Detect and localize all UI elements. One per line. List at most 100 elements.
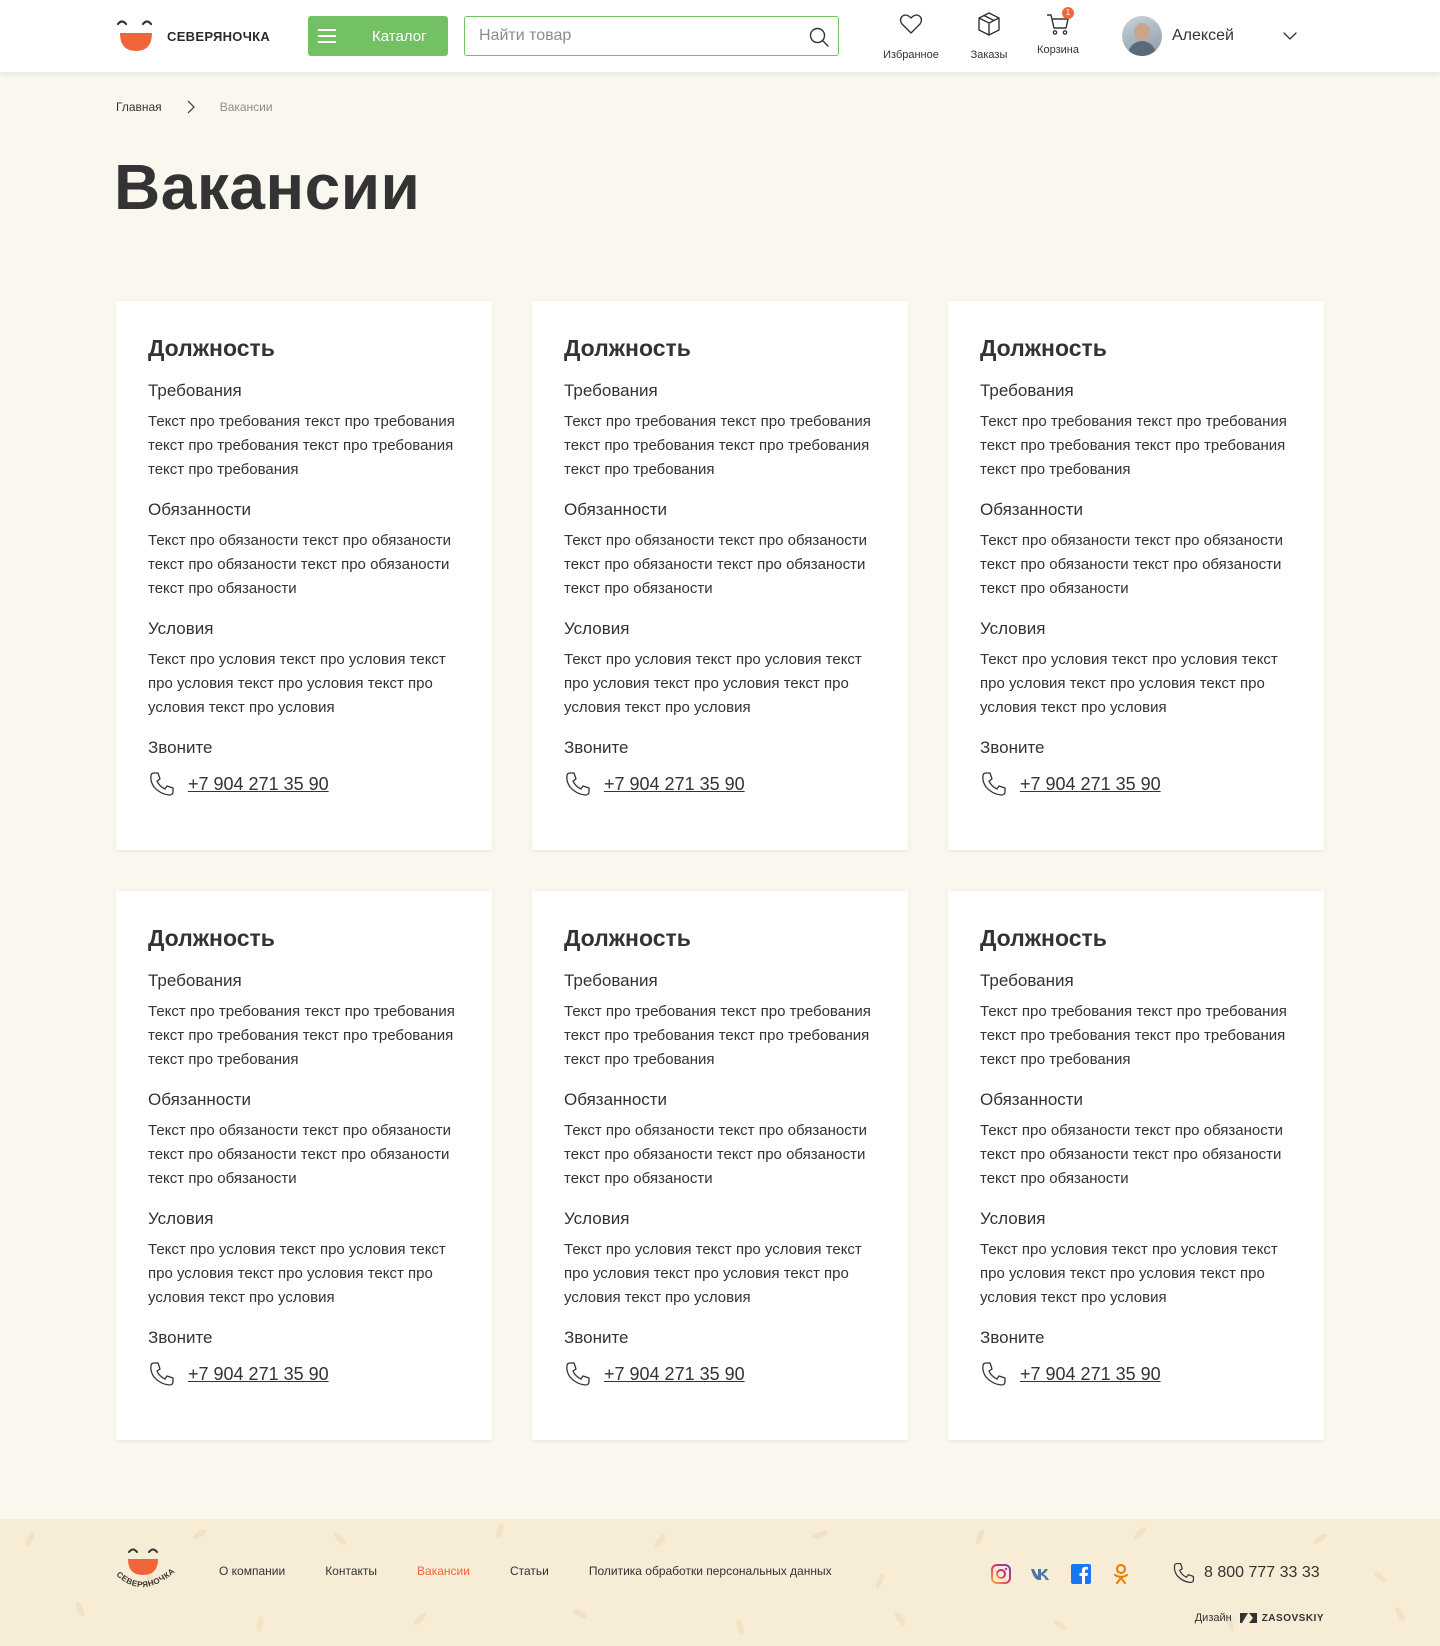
conditions-title: Условия [564,1209,630,1228]
box-icon [978,12,1000,36]
cart-count-badge: 1 [1062,7,1074,19]
design-credit[interactable]: Дизайн ZASOVSKIY [1195,1612,1324,1624]
duties-text: Текст про обязаности текст про обязаност… [564,532,868,597]
call-title: Звоните [980,738,1045,757]
chevron-right-icon [187,100,195,114]
cart-label: Корзина [1037,44,1079,56]
breadcrumb-home[interactable]: Главная [116,100,162,114]
vacancy-phone-link[interactable]: +7 904 271 35 90 [564,1360,876,1388]
cart-link[interactable]: 1 Корзина [1032,7,1084,64]
conditions-title: Условия [980,1209,1046,1228]
duties-title: Обязанности [980,500,1084,519]
duties-title: Обязанности [148,500,252,519]
vacancy-card: Должность Требования Текст про требовани… [116,891,492,1440]
design-brand-name: ZASOVSKIY [1261,1612,1324,1624]
vacancy-phone-link[interactable]: +7 904 271 35 90 [980,1360,1292,1388]
catalog-button-label: Каталог [372,27,427,45]
logo-text: СЕВЕРЯНОЧКА [167,28,271,44]
odnoklassniki-icon[interactable] [1110,1563,1132,1585]
vk-icon[interactable] [1030,1563,1052,1585]
footer-phone-link[interactable]: 8 800 777 33 33 [1172,1561,1320,1585]
requirements-title: Требования [148,381,242,400]
vacancy-phone-link[interactable]: +7 904 271 35 90 [980,770,1292,798]
design-brand: ZASOVSKIY [1239,1612,1324,1624]
duties-text: Текст про обязаности текст про обязаност… [148,532,452,597]
vacancy-position: Должность [980,335,1107,361]
duties-text: Текст про обязаности текст про обязаност… [564,1122,868,1187]
breadcrumb: Главная Вакансии [116,100,273,114]
requirements-title: Требования [564,971,658,990]
phone-icon [1173,1562,1195,1584]
requirements-text: Текст про требования текст про требовани… [564,1003,871,1068]
call-title: Звоните [148,738,213,757]
footer-link-privacy[interactable]: Политика обработки персональных данных [589,1564,832,1578]
requirements-text: Текст про требования текст про требовани… [980,413,1287,478]
footer-phone: 8 800 777 33 33 [1204,1564,1320,1581]
vacancy-phone-link[interactable]: +7 904 271 35 90 [148,1360,460,1388]
call-title: Звоните [980,1328,1045,1347]
orders-label: Заказы [970,49,1008,61]
site-footer: СЕВЕРЯНОЧКА О компании Контакты Вакансии… [0,1519,1440,1646]
duties-text: Текст про обязаности текст про обязаност… [148,1122,452,1187]
requirements-text: Текст про требования текст про требовани… [148,1003,455,1068]
search-box [464,16,839,56]
vacancy-card: Должность Требования Текст про требовани… [948,301,1324,850]
duties-title: Обязанности [148,1090,252,1109]
requirements-title: Требования [980,381,1074,400]
search-input[interactable] [479,17,799,54]
vacancy-phone: +7 904 271 35 90 [1020,773,1161,794]
user-menu[interactable]: Алексей [1122,16,1298,56]
call-title: Звоните [148,1328,213,1347]
logo-smile-icon [116,20,153,51]
instagram-icon[interactable] [990,1563,1012,1585]
phone-icon [566,1362,590,1386]
footer-link-about[interactable]: О компании [219,1564,285,1578]
page-title: Вакансии [114,151,421,223]
vacancy-phone: +7 904 271 35 90 [188,1363,329,1384]
duties-text: Текст про обязаности текст про обязаност… [980,1122,1284,1187]
conditions-text: Текст про условия текст про условия текс… [980,651,1278,716]
requirements-title: Требования [148,971,242,990]
duties-title: Обязанности [564,500,668,519]
duties-title: Обязанности [980,1090,1084,1109]
call-title: Звоните [564,738,629,757]
conditions-text: Текст про условия текст про условия текс… [564,651,862,716]
vacancy-card: Должность Требования Текст про требовани… [532,891,908,1440]
vacancy-phone-link[interactable]: +7 904 271 35 90 [148,770,460,798]
conditions-text: Текст про условия текст про условия текс… [148,1241,446,1306]
design-label: Дизайн [1194,1612,1232,1624]
requirements-text: Текст про требования текст про требовани… [148,413,455,478]
orders-link[interactable]: Заказы [964,8,1014,64]
user-name: Алексей [1172,27,1234,44]
vacancy-phone: +7 904 271 35 90 [1020,1363,1161,1384]
vacancy-position: Должность [980,925,1107,951]
duties-title: Обязанности [564,1090,668,1109]
requirements-title: Требования [980,971,1074,990]
phone-icon [566,772,590,796]
site-logo[interactable]: СЕВЕРЯНОЧКА [115,18,275,54]
duties-text: Текст про обязаности текст про обязаност… [980,532,1284,597]
conditions-text: Текст про условия текст про условия текс… [564,1241,862,1306]
conditions-title: Условия [148,1209,214,1228]
favorites-link[interactable]: Избранное [878,8,944,64]
cart-icon-wrap: 1 [1044,7,1074,38]
footer-link-contacts[interactable]: Контакты [325,1564,377,1578]
catalog-button[interactable]: Каталог [308,16,448,56]
vacancy-phone-link[interactable]: +7 904 271 35 90 [564,770,876,798]
conditions-title: Условия [148,619,214,638]
heart-icon [899,14,923,34]
footer-logo[interactable]: СЕВЕРЯНОЧКА [112,1541,182,1601]
facebook-icon[interactable] [1070,1563,1092,1585]
conditions-text: Текст про условия текст про условия текс… [148,651,446,716]
avatar [1122,16,1162,56]
requirements-text: Текст про требования текст про требовани… [564,413,871,478]
vacancy-position: Должность [564,335,691,361]
footer-link-articles[interactable]: Статьи [510,1564,549,1578]
search-icon[interactable] [808,26,830,48]
menu-icon [318,29,336,43]
call-title: Звоните [564,1328,629,1347]
chevron-down-icon [1283,32,1297,40]
vacancy-position: Должность [564,925,691,951]
phone-icon [150,1362,174,1386]
footer-link-vacancies[interactable]: Вакансии [417,1564,470,1578]
